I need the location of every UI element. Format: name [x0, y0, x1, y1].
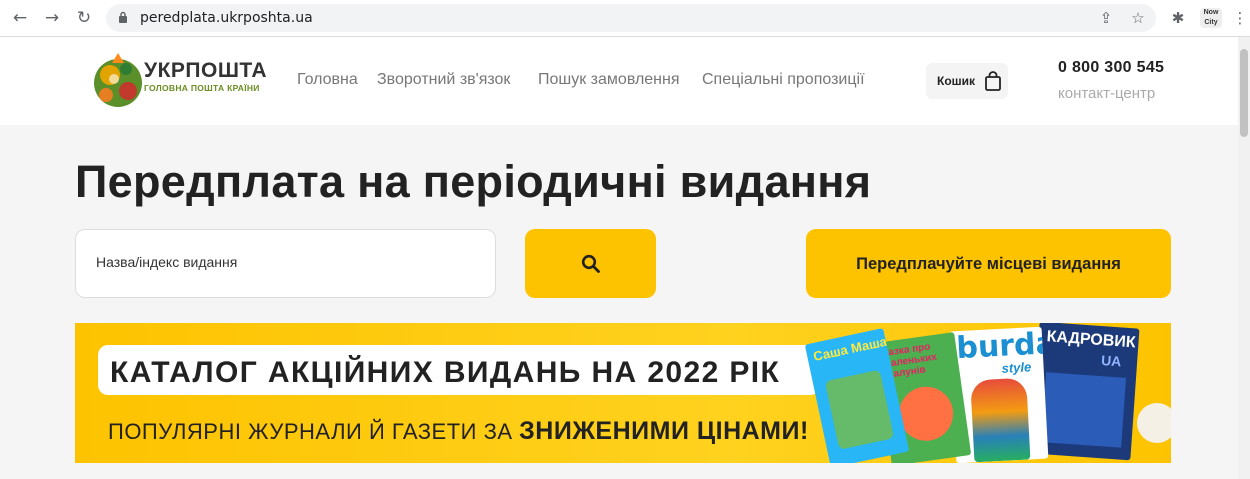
scrollbar-thumb[interactable] — [1240, 49, 1248, 137]
nav-feedback[interactable]: Зворотний зв'язок — [377, 71, 510, 89]
magazine-title-style: style — [1001, 359, 1032, 376]
site-header: УКРПОШТА ГОЛОВНА ПОШТА КРАЇНИ Головна Зв… — [0, 37, 1250, 125]
logo-subtitle: ГОЛОВНА ПОШТА КРАЇНИ — [144, 83, 260, 93]
back-arrow-icon[interactable]: ← — [9, 7, 31, 29]
page-title: Передплата на періодичні видання — [75, 156, 872, 207]
nav-order-search[interactable]: Пошук замовлення — [538, 71, 680, 89]
search-icon — [581, 254, 600, 273]
nav-special-offers[interactable]: Спеціальні пропозиції — [702, 71, 865, 89]
more-menu-icon[interactable]: ⋮ — [1230, 8, 1250, 28]
share-icon[interactable]: ⇪ — [1096, 8, 1116, 28]
search-button[interactable] — [525, 229, 656, 298]
search-input[interactable] — [96, 254, 476, 270]
banner-subtitle-plain: ПОПУЛЯРНІ ЖУРНАЛИ Й ГАЗЕТИ ЗА — [108, 419, 520, 444]
browser-toolbar: ← → ↻ peredplata.ukrposhta.ua ⇪ ☆ ✱ Now … — [0, 0, 1250, 37]
forward-arrow-icon[interactable]: → — [41, 7, 63, 29]
coffee-cup-image — [1137, 403, 1171, 443]
magazine-title-kadrovyk: КАДРОВИК — [1046, 328, 1137, 352]
url-text: peredplata.ukrposhta.ua — [140, 10, 313, 26]
star-icon[interactable]: ☆ — [1128, 8, 1148, 28]
extensions-icon[interactable]: ✱ — [1168, 8, 1188, 28]
contact-phone[interactable]: 0 800 300 545 — [1058, 59, 1164, 77]
logo-title: УКРПОШТА — [144, 59, 268, 82]
banner-subtitle-bold: ЗНИЖЕНИМИ ЦІНАМИ! — [519, 417, 809, 445]
logo-emblem-icon — [94, 53, 142, 107]
page-scrollbar[interactable] — [1238, 37, 1250, 479]
magazine-title-sasha-masha: Саша Маша — [811, 333, 889, 364]
promo-banner[interactable]: КАТАЛОГ АКЦІЙНИХ ВИДАНЬ НА 2022 РІК ПОПУ… — [75, 323, 1171, 463]
banner-title: КАТАЛОГ АКЦІЙНИХ ВИДАНЬ НА 2022 РІК — [110, 356, 781, 389]
lock-icon — [119, 11, 127, 23]
nav-home[interactable]: Головна — [297, 71, 358, 89]
extension-badge[interactable]: Now City — [1200, 8, 1222, 28]
cart-label: Кошик — [937, 74, 976, 88]
local-publications-button[interactable]: Передплачуйте місцеві видання — [806, 229, 1171, 298]
local-publications-label: Передплачуйте місцеві видання — [856, 255, 1121, 273]
ukrposhta-logo[interactable]: УКРПОШТА ГОЛОВНА ПОШТА КРАЇНИ — [88, 45, 267, 115]
banner-title-box: КАТАЛОГ АКЦІЙНИХ ВИДАНЬ НА 2022 РІК — [98, 345, 820, 395]
banner-subtitle: ПОПУЛЯРНІ ЖУРНАЛИ Й ГАЗЕТИ ЗА ЗНИЖЕНИМИ … — [108, 417, 809, 446]
reload-icon[interactable]: ↻ — [73, 7, 95, 29]
shopping-bag-icon — [985, 71, 1001, 91]
address-bar[interactable]: peredplata.ukrposhta.ua ⇪ ☆ — [106, 4, 1156, 32]
search-field[interactable] — [75, 229, 496, 298]
magazine-title-ua: UA — [1100, 352, 1122, 370]
cart-button[interactable]: Кошик — [926, 63, 1008, 99]
contact-center-label: контакт-центр — [1058, 85, 1156, 102]
